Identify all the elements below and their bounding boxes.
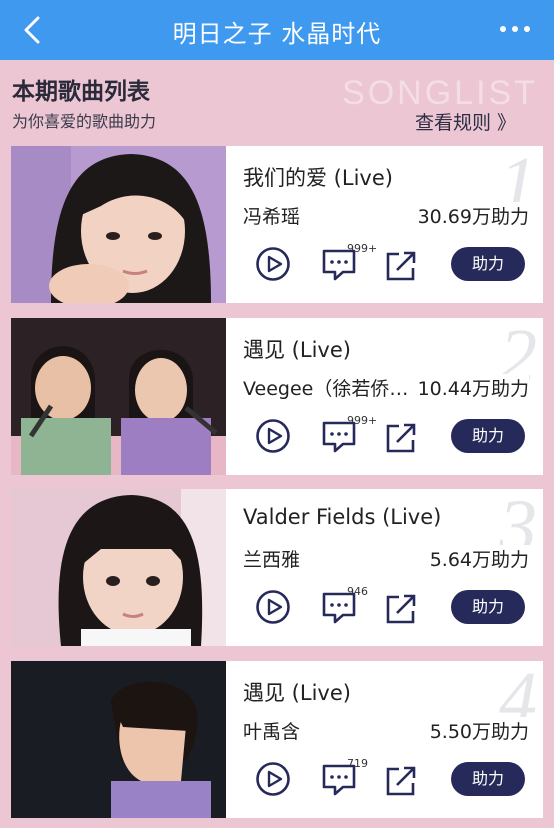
singer-name: 冯希瑶 — [243, 206, 301, 228]
singer-photo[interactable] — [11, 318, 226, 475]
singer-name: Veegee（徐若侨… — [243, 378, 409, 400]
comment-count: 946 — [347, 585, 368, 598]
song-card: 2 遇见 (Live) Veegee（徐若侨… 10.44万助力 999+ 助力 — [11, 318, 543, 475]
song-card: 1 我们的爱 (Live) 冯希瑶 30.69万助力 999+ 助力 — [11, 146, 543, 303]
nav-bar: 明日之子 水晶时代 — [0, 0, 554, 60]
song-card: 3 Valder Fields (Live) 兰西雅 5.64万助力 946 助… — [11, 489, 543, 646]
song-title: 遇见 (Live) — [243, 338, 351, 362]
comment-count: 999+ — [347, 414, 378, 427]
singer-photo[interactable] — [11, 661, 226, 818]
singer-photo[interactable] — [11, 489, 226, 646]
share-icon[interactable] — [385, 593, 417, 625]
help-button[interactable]: 助力 — [451, 762, 525, 796]
song-title: Valder Fields (Live) — [243, 505, 442, 529]
section-header: SONGLIST 本期歌曲列表 为你喜爱的歌曲助力 查看规则 》 — [0, 60, 554, 146]
play-icon[interactable] — [255, 589, 291, 625]
help-button[interactable]: 助力 — [451, 590, 525, 624]
play-icon[interactable] — [255, 761, 291, 797]
singer-name: 兰西雅 — [243, 549, 301, 571]
help-button[interactable]: 助力 — [451, 419, 525, 453]
song-title: 我们的爱 (Live) — [243, 166, 393, 190]
vote-count: 30.69万助力 — [417, 202, 529, 229]
view-rules-link[interactable]: 查看规则 》 — [415, 108, 516, 135]
page-title: 明日之子 水晶时代 — [172, 20, 382, 48]
section-subtitle: 为你喜爱的歌曲助力 — [12, 112, 157, 131]
share-icon[interactable] — [385, 250, 417, 282]
section-title: 本期歌曲列表 — [12, 79, 150, 105]
song-card: 4 遇见 (Live) 叶禹含 5.50万助力 719 助力 — [11, 661, 543, 818]
share-icon[interactable] — [385, 765, 417, 797]
singer-name: 叶禹含 — [243, 721, 301, 743]
song-title: 遇见 (Live) — [243, 681, 351, 705]
vote-count: 5.64万助力 — [429, 545, 529, 572]
play-icon[interactable] — [255, 418, 291, 454]
vote-count: 10.44万助力 — [417, 374, 529, 401]
singer-photo[interactable] — [11, 146, 226, 303]
comment-count: 719 — [347, 757, 368, 770]
vote-count: 5.50万助力 — [429, 717, 529, 744]
play-icon[interactable] — [255, 246, 291, 282]
help-button[interactable]: 助力 — [451, 247, 525, 281]
more-icon[interactable] — [498, 18, 532, 38]
share-icon[interactable] — [385, 422, 417, 454]
comment-count: 999+ — [347, 242, 378, 255]
